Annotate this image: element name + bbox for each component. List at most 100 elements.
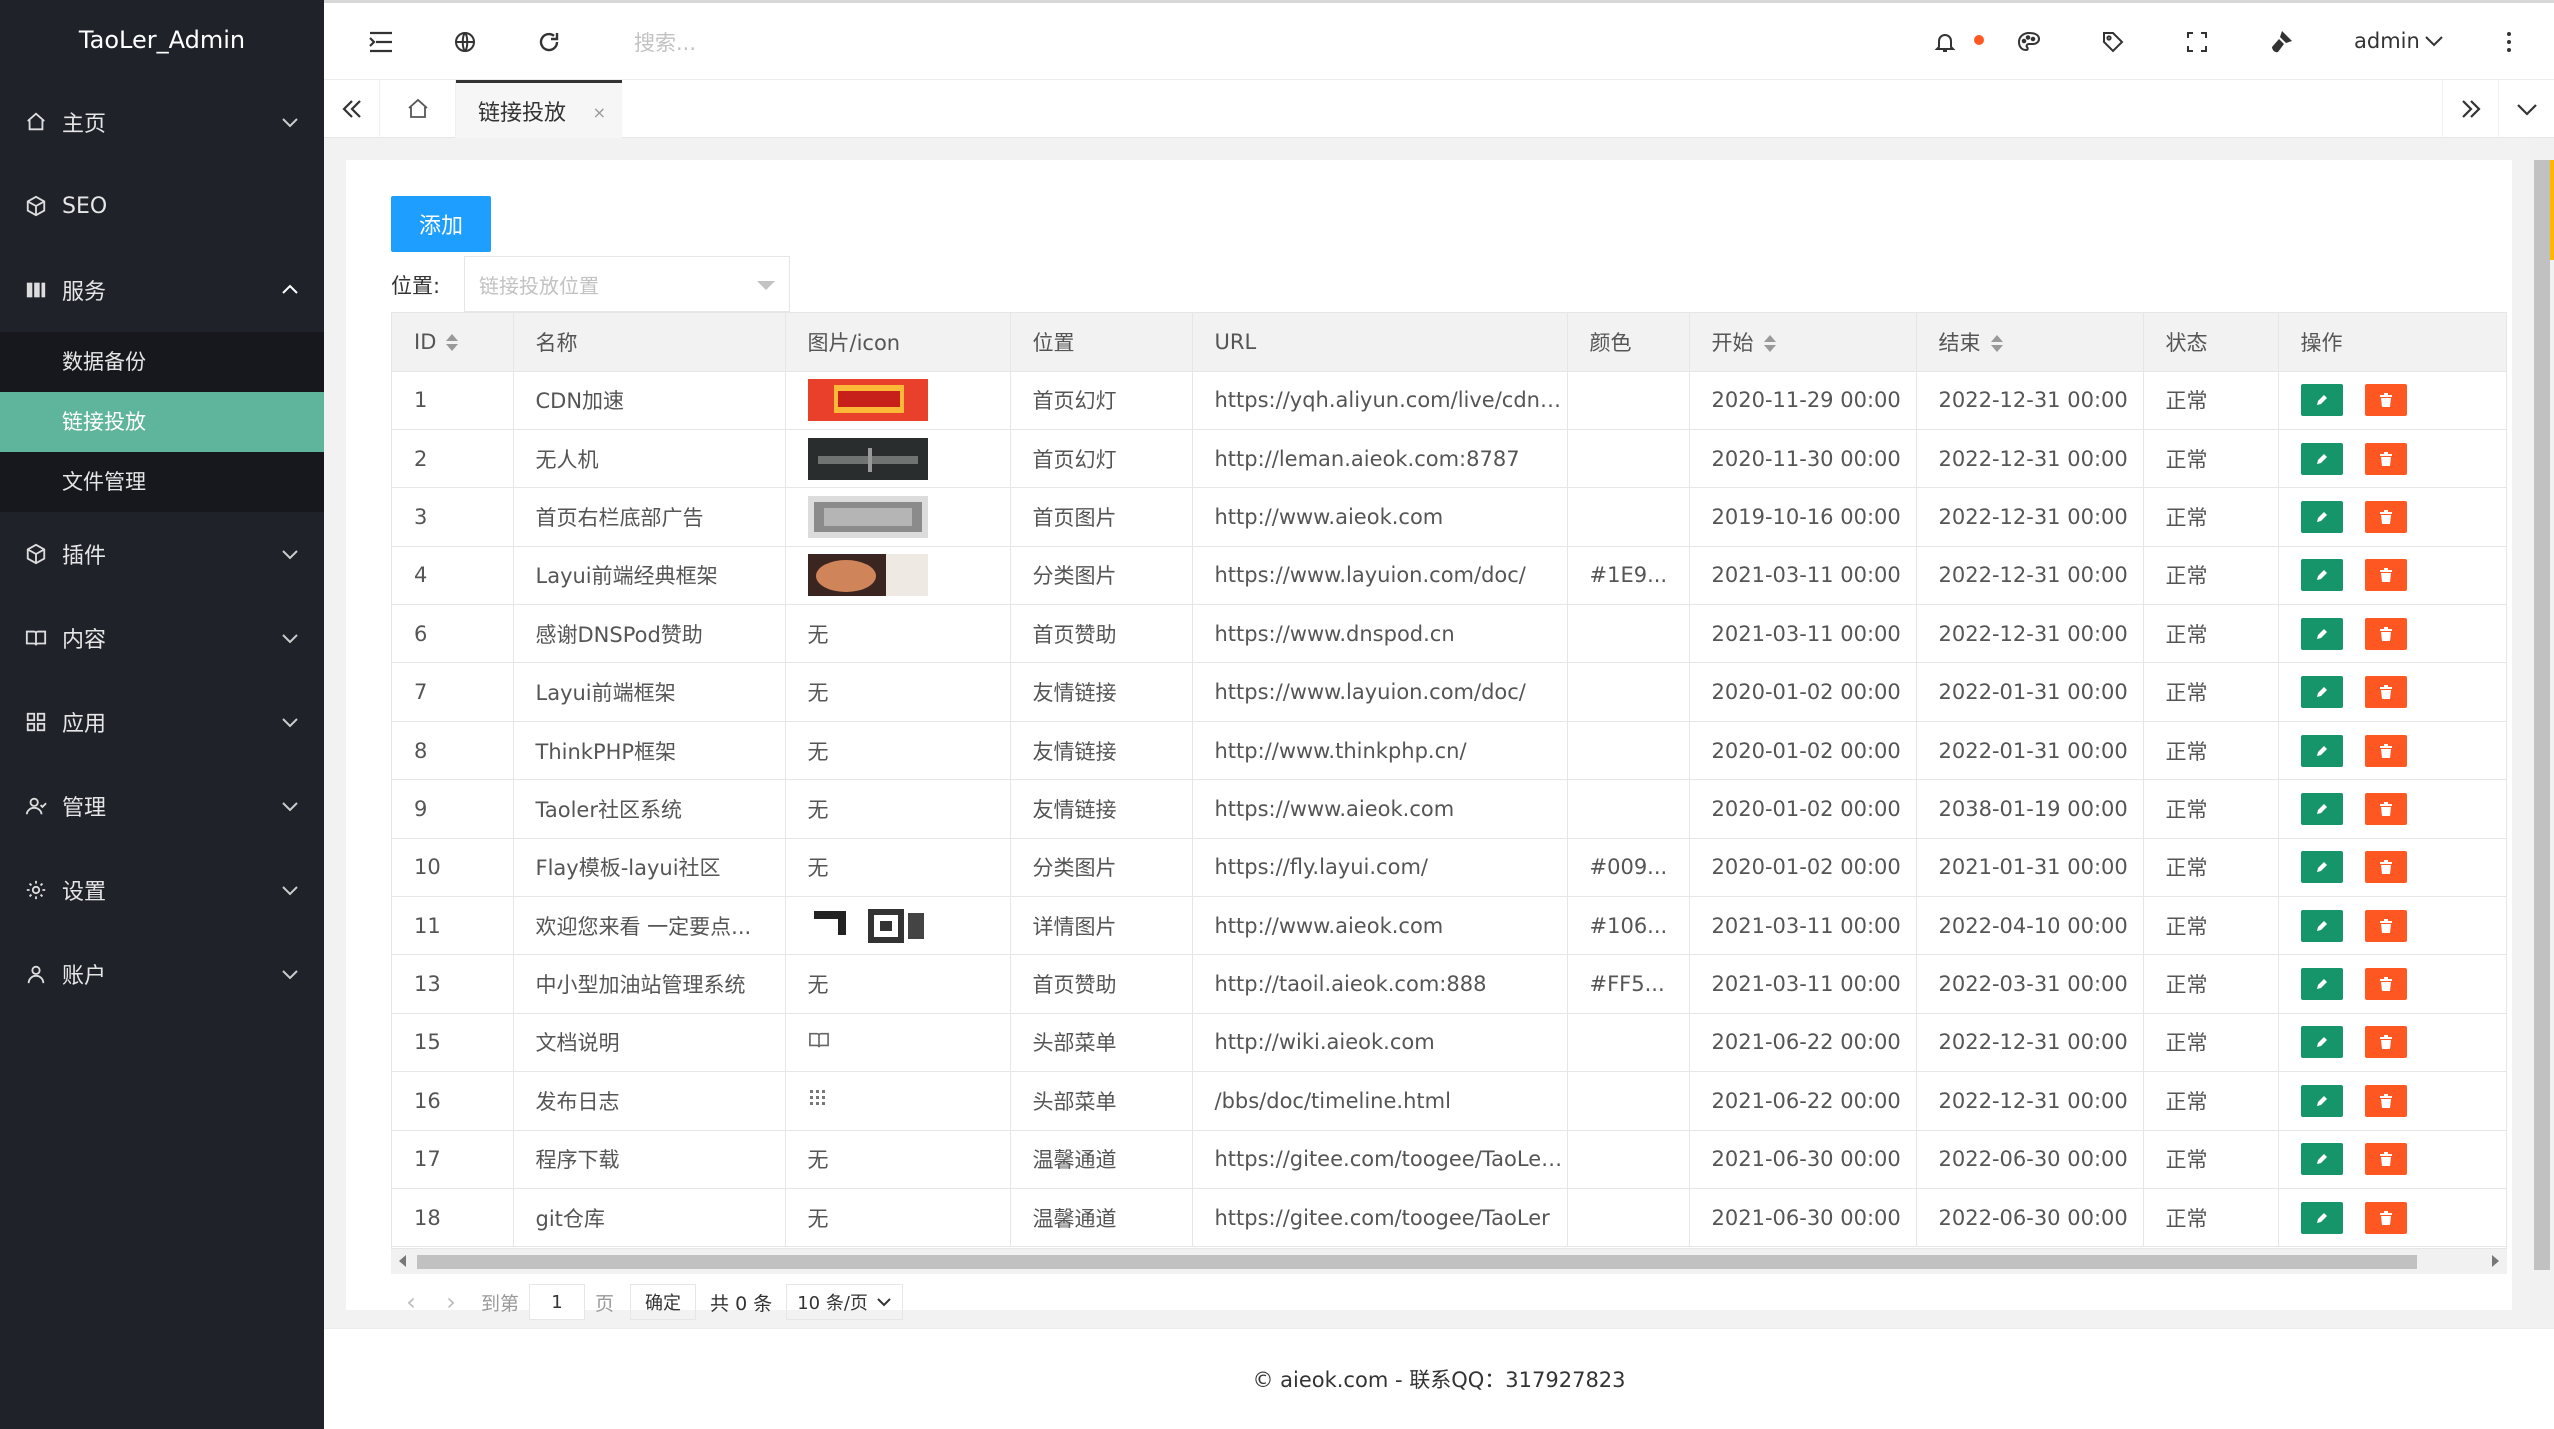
table-row[interactable]: 6 感谢DNSPod赞助无首页赞助 https://www.dnspod.cn 202…: [392, 604, 2506, 664]
delete-button[interactable]: [2364, 734, 2407, 767]
edit-button[interactable]: [2300, 968, 2343, 1001]
scroll-thumb[interactable]: [417, 1255, 2417, 1269]
sort-icon[interactable]: [446, 333, 459, 352]
bell-icon[interactable]: [1930, 27, 1960, 57]
edit-button[interactable]: [2300, 1201, 2343, 1234]
sidebar-item-manage[interactable]: 管理: [0, 764, 324, 848]
table-row[interactable]: 18 git仓库无温馨通道 https://gitee.com/toogee/Tao…: [392, 1188, 2506, 1248]
delete-button[interactable]: [2364, 968, 2407, 1001]
menu-toggle-icon[interactable]: [366, 27, 396, 57]
table-row[interactable]: 13 中小型加油站管理系统无首页赞助 http://taoil.aieok.com:…: [392, 954, 2506, 1014]
refresh-icon[interactable]: [534, 27, 564, 57]
col-id[interactable]: ID: [392, 313, 514, 372]
table-row[interactable]: 3 首页右栏底部广告 首页图片 http://www.aieok.com 2019-10…: [392, 487, 2506, 547]
edit-button[interactable]: [2300, 676, 2343, 709]
table-row[interactable]: 17 程序下载无温馨通道 https://gitee.com/toogee/TaoL…: [392, 1130, 2506, 1189]
delete-button[interactable]: [2364, 559, 2407, 592]
delete-button[interactable]: [2364, 851, 2407, 884]
cell-position: 首页图片: [1010, 487, 1193, 547]
tabs-menu-icon[interactable]: [2498, 80, 2554, 138]
user-menu[interactable]: admin: [2354, 29, 2444, 53]
delete-button[interactable]: [2364, 1026, 2407, 1059]
scroll-left-icon[interactable]: [399, 1255, 406, 1267]
prev-page-icon[interactable]: ‹: [391, 1288, 431, 1316]
tab-close-icon[interactable]: ×: [593, 103, 606, 122]
tabs-next-icon[interactable]: [2442, 80, 2498, 138]
tabs-prev-icon[interactable]: [324, 80, 380, 138]
edit-button[interactable]: [2300, 559, 2343, 592]
table-row[interactable]: 4 Layui前端经典框架 分类图片 https://www.layuion.com/…: [392, 546, 2506, 606]
horizontal-scrollbar[interactable]: [391, 1248, 2507, 1274]
home-tab-icon[interactable]: [380, 80, 456, 138]
sidebar-item-settings[interactable]: 设置: [0, 848, 324, 932]
col-end[interactable]: 结束: [1916, 313, 2144, 372]
thumbnail-image[interactable]: [807, 554, 1010, 597]
sidebar-item-apps[interactable]: 应用: [0, 680, 324, 764]
sidebar-item-seo[interactable]: SEO: [0, 164, 324, 248]
confirm-button[interactable]: 确定: [630, 1284, 697, 1320]
search-input[interactable]: [634, 25, 934, 61]
theme-icon[interactable]: [2014, 27, 2044, 57]
table-row[interactable]: 2 无人机 首页幻灯 http://leman.aieok.com:8787 2020-…: [392, 429, 2506, 489]
edit-button[interactable]: [2300, 792, 2343, 825]
vertical-scrollbar[interactable]: [2530, 138, 2554, 1328]
delete-button[interactable]: [2364, 1201, 2407, 1234]
page-input[interactable]: [529, 1284, 586, 1320]
sidebar-item-plugins[interactable]: 插件: [0, 512, 324, 596]
edit-button[interactable]: [2300, 442, 2343, 475]
app-logo[interactable]: TaoLer_Admin: [0, 0, 324, 80]
delete-button[interactable]: [2364, 1084, 2407, 1117]
table-row[interactable]: 1 CDN加速 首页幻灯 https://yqh.aliyun.com/live/cd…: [392, 371, 2506, 430]
table-row[interactable]: 7 Layui前端框架无友情链接 https://www.layuion.com/d…: [392, 662, 2506, 722]
more-icon[interactable]: [2494, 27, 2524, 57]
fullscreen-icon[interactable]: [2182, 27, 2212, 57]
edit-button[interactable]: [2300, 851, 2343, 884]
delete-button[interactable]: [2364, 909, 2407, 942]
col-start[interactable]: 开始: [1689, 313, 1917, 372]
scroll-thumb[interactable]: [2534, 160, 2550, 1270]
thumbnail-image[interactable]: [807, 437, 1010, 480]
edit-button[interactable]: [2300, 1084, 2343, 1117]
globe-icon[interactable]: [450, 27, 480, 57]
delete-button[interactable]: [2364, 1143, 2407, 1176]
page-size-select[interactable]: 10 条/页: [786, 1284, 903, 1320]
sidebar-item-backup[interactable]: 数据备份: [0, 332, 324, 392]
edit-button[interactable]: [2300, 500, 2343, 533]
edit-button[interactable]: [2300, 1026, 2343, 1059]
tab-links[interactable]: 链接投放 ×: [456, 80, 622, 138]
table-row[interactable]: 15 文档说明 头部菜单 http://wiki.aieok.com 2021-06-2…: [392, 1013, 2506, 1073]
edit-button[interactable]: [2300, 617, 2343, 650]
brush-icon[interactable]: [2266, 27, 2296, 57]
sort-icon[interactable]: [1763, 334, 1776, 353]
table-row[interactable]: 10 Flay模板-layui社区无分类图片 https://fly.layui.c…: [392, 838, 2506, 898]
delete-button[interactable]: [2364, 500, 2407, 533]
sidebar-item-files[interactable]: 文件管理: [0, 452, 324, 512]
table-row[interactable]: 8 ThinkPHP框架无友情链接 http://www.thinkphp.cn/2…: [392, 721, 2506, 781]
thumbnail-image[interactable]: [807, 379, 1010, 422]
edit-button[interactable]: [2300, 1143, 2343, 1176]
delete-button[interactable]: [2364, 792, 2407, 825]
sidebar-item-home[interactable]: 主页: [0, 80, 324, 164]
add-button[interactable]: 添加: [391, 196, 491, 252]
edit-button[interactable]: [2300, 734, 2343, 767]
table-row[interactable]: 11 欢迎您来看 一定要点... 详情图片 http://www.aieok.com #…: [392, 896, 2506, 956]
thumbnail-image[interactable]: [807, 495, 1010, 538]
edit-button[interactable]: [2300, 384, 2343, 417]
scroll-right-icon[interactable]: [2492, 1255, 2499, 1267]
delete-button[interactable]: [2364, 384, 2407, 417]
delete-button[interactable]: [2364, 442, 2407, 475]
next-page-icon[interactable]: ›: [431, 1288, 471, 1316]
delete-button[interactable]: [2364, 676, 2407, 709]
delete-button[interactable]: [2364, 617, 2407, 650]
sidebar-item-account[interactable]: 账户: [0, 932, 324, 1016]
table-row[interactable]: 9 Taoler社区系统无友情链接 https://www.aieok.com 202…: [392, 779, 2506, 839]
sidebar-item-content[interactable]: 内容: [0, 596, 324, 680]
table-row[interactable]: 16 发布日志 头部菜单/bbs/doc/timeline.html 2021-06-…: [392, 1071, 2506, 1131]
sort-icon[interactable]: [1990, 334, 2003, 353]
thumbnail-image[interactable]: [807, 904, 1010, 947]
edit-button[interactable]: [2300, 909, 2343, 942]
tag-icon[interactable]: [2098, 27, 2128, 57]
sidebar-item-service[interactable]: 服务: [0, 248, 324, 332]
position-select[interactable]: 链接投放位置: [464, 256, 790, 312]
sidebar-item-links[interactable]: 链接投放: [0, 392, 324, 452]
